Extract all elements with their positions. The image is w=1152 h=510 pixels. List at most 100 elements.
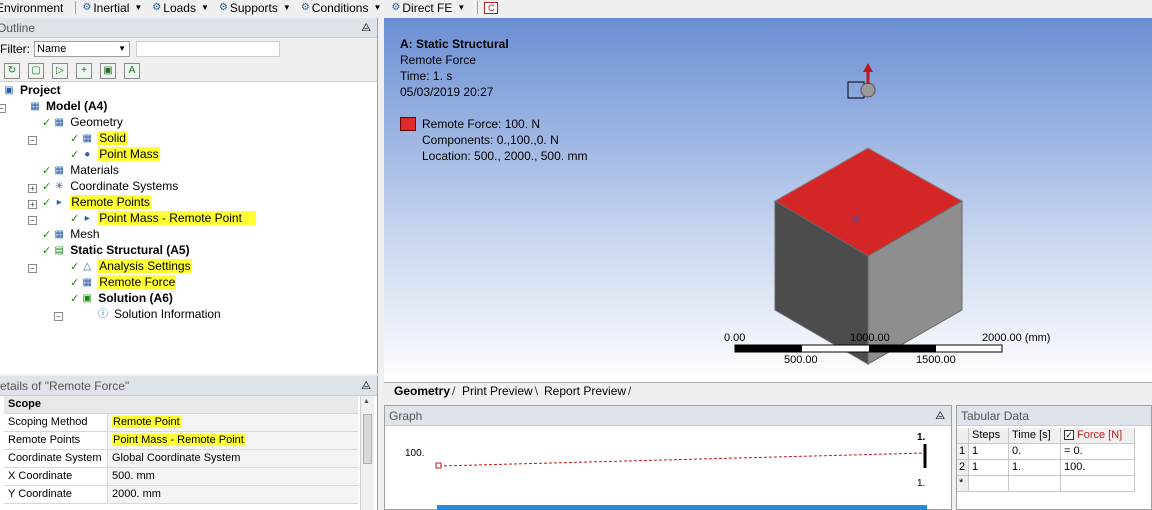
row-value[interactable]: Global Coordinate System [108, 450, 358, 467]
info-icon: ⓘ [98, 308, 108, 320]
details-panel: etails of "Remote Force" ⨺ Scope Scoping… [0, 376, 378, 510]
tree-node-geometry[interactable]: ✓ ▦ Geometry [42, 114, 123, 130]
details-row-remote-points[interactable]: Remote Points Point Mass - Remote Point [4, 432, 358, 450]
column-header-time[interactable]: Time [s] [1009, 428, 1061, 444]
details-scrollbar[interactable]: ▲ [360, 396, 374, 510]
collapse-toggle[interactable]: − [0, 104, 6, 113]
cell-steps[interactable] [969, 476, 1009, 492]
checkbox-icon[interactable]: ✓ [1064, 430, 1074, 440]
tree-node-mesh[interactable]: ✓ ▦ Mesh [42, 226, 100, 242]
commands-icon[interactable]: C [484, 1, 499, 14]
cell-force[interactable]: 100. [1061, 460, 1135, 476]
sort-az-icon[interactable]: A [124, 62, 140, 79]
details-row-y-coordinate[interactable]: Y Coordinate 2000. mm [4, 486, 358, 504]
graph-header: Graph ⨺ [385, 406, 951, 426]
graph-plot-area[interactable]: 100. 1. 1. [385, 426, 951, 510]
tab-report-preview[interactable]: Report Preview / [544, 384, 631, 400]
row-value-text: Point Mass - Remote Point [112, 434, 245, 446]
conditions-menu[interactable]: ⚙ Conditions ▼ [301, 1, 382, 15]
loads-menu[interactable]: ⚙ Loads ▼ [152, 1, 209, 15]
cell-time[interactable]: 1. [1009, 460, 1061, 476]
expand-toggle[interactable]: + [28, 184, 37, 193]
row-number: 1 [957, 444, 969, 460]
expand-all-icon[interactable]: + [76, 62, 92, 79]
tree-node-analysis-settings[interactable]: ✓ △ Analysis Settings [70, 258, 192, 274]
details-row-x-coordinate[interactable]: X Coordinate 500. mm [4, 468, 358, 486]
pin-icon[interactable]: ⨺ [935, 406, 945, 426]
project-icon: ▣ [4, 84, 14, 96]
tree-node-coordinate-systems[interactable]: ✓ ✳ Coordinate Systems [42, 178, 178, 194]
point-mass-icon: ● [84, 148, 91, 160]
timeline-bar[interactable] [437, 505, 927, 510]
cell-time[interactable] [1009, 476, 1061, 492]
tree-filter-icon[interactable]: ▷ [52, 62, 68, 79]
check-icon: ✓ [42, 228, 52, 241]
collapse-toggle[interactable]: − [54, 312, 63, 321]
graph-point [435, 462, 442, 469]
cell-force[interactable] [1061, 476, 1135, 492]
details-section-scope[interactable]: Scope [4, 396, 358, 414]
check-icon: ✓ [70, 148, 80, 161]
refresh-icon[interactable]: ↻ [4, 62, 20, 79]
tab-label: Print Preview [462, 384, 533, 398]
tree-node-solid[interactable]: ✓ ▦ Solid [70, 130, 127, 146]
tree-node-model[interactable]: ▦ Model (A4) [28, 98, 107, 114]
expand-toggle[interactable]: + [28, 200, 37, 209]
tree-node-point-mass[interactable]: ✓ ● Point Mass [70, 146, 160, 162]
filter-search-input[interactable] [136, 41, 280, 57]
viewport-tabs: Geometry / Print Preview \ Report Preview / [384, 382, 1152, 400]
tab-geometry[interactable]: Geometry / [394, 384, 455, 400]
cell-steps[interactable]: 1 [969, 460, 1009, 476]
table-new-row[interactable]: * [957, 476, 1135, 492]
row-value[interactable]: 500. mm [108, 468, 358, 485]
tree-label: Remote Force [98, 275, 177, 289]
row-key: X Coordinate [4, 468, 108, 485]
solution-icon: ▣ [82, 292, 92, 304]
cell-steps[interactable]: 1 [969, 444, 1009, 460]
column-header-steps[interactable]: Steps [969, 428, 1009, 444]
collapse-toggle[interactable]: − [28, 264, 37, 273]
scrollbar-thumb[interactable] [363, 414, 372, 464]
folder-icon[interactable]: ▣ [100, 62, 116, 79]
toolbar-divider [75, 1, 77, 14]
environment-menu[interactable]: Environment [0, 1, 63, 15]
chevron-down-icon: ▼ [457, 3, 466, 12]
cell-time[interactable]: 0. [1009, 444, 1061, 460]
row-key: Scoping Method [4, 414, 108, 431]
tree-node-solution[interactable]: ✓ ▣ Solution (A6) [70, 290, 173, 306]
scroll-up-icon[interactable]: ▲ [363, 398, 370, 405]
ribbon-toolbar: Environment ⚙ Inertial ▼ ⚙ Loads ▼ ⚙ Supports… [0, 0, 1152, 15]
table-row[interactable]: 2 1 1. 100. [957, 460, 1135, 476]
tree-toolbar: ↻ ▢ ▷ + ▣ A [0, 60, 377, 82]
tree-node-remote-force[interactable]: ✓ ▦ Remote Force [70, 274, 177, 290]
details-row-coordinate-system[interactable]: Coordinate System Global Coordinate Syste… [4, 450, 358, 468]
toolbar-divider [477, 1, 479, 14]
tree-label: Solution (A6) [98, 291, 173, 305]
row-value[interactable]: Point Mass - Remote Point [108, 432, 358, 449]
collapse-toggle[interactable]: − [28, 216, 37, 225]
tree-node-solution-information[interactable]: ⓘ Solution Information [96, 306, 221, 322]
graphics-viewport[interactable]: A: Static Structural Remote Force Time: … [384, 18, 1152, 382]
row-value[interactable]: Remote Point [108, 414, 358, 431]
tree-label: Remote Points [70, 195, 151, 209]
collapse-toggle[interactable]: − [28, 136, 37, 145]
filter-select[interactable]: Name ▼ [34, 41, 130, 57]
inertial-menu[interactable]: ⚙ Inertial ▼ [82, 1, 142, 15]
row-value[interactable]: 2000. mm [108, 486, 358, 503]
column-header-force[interactable]: ✓ Force [N] [1061, 428, 1135, 444]
tab-print-preview[interactable]: Print Preview \ [462, 384, 538, 400]
check-icon: ✓ [70, 292, 80, 305]
tree-node-remote-point-child[interactable]: ✓ ▸ Point Mass - Remote Point [70, 210, 256, 226]
direct-fe-menu[interactable]: ⚙ Direct FE ▼ [391, 1, 465, 15]
supports-menu[interactable]: ⚙ Supports ▼ [219, 1, 291, 15]
pin-icon[interactable]: ⨺ [361, 376, 371, 396]
suppress-icon[interactable]: ▢ [28, 62, 44, 79]
details-row-scoping-method[interactable]: Scoping Method Remote Point [4, 414, 358, 432]
tree-node-remote-points[interactable]: ✓ ▸ Remote Points [42, 194, 151, 210]
tree-node-project[interactable]: ▣ Project [2, 82, 60, 98]
tree-node-materials[interactable]: ✓ ▦ Materials [42, 162, 119, 178]
cell-force[interactable]: = 0. [1061, 444, 1135, 460]
tree-node-static-structural[interactable]: ✓ ▤ Static Structural (A5) [42, 242, 190, 258]
pin-icon[interactable]: ⨺ [361, 18, 371, 38]
table-row[interactable]: 1 1 0. = 0. [957, 444, 1135, 460]
